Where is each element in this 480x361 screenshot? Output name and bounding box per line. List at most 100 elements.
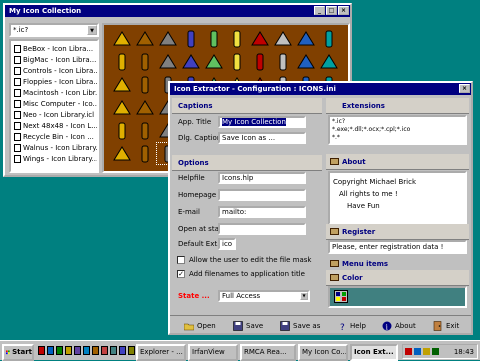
file-list[interactable]: BeBox - Icon Libra... BigMac - Icon Libra… [9,39,99,173]
file-list-item[interactable]: Misc Computer - Ico... [13,98,97,109]
about-button[interactable]: i About [382,319,416,333]
open-button[interactable]: Open [184,319,216,333]
quick-launch-icon[interactable] [119,346,126,355]
collection-icon[interactable] [294,27,317,50]
collection-icon[interactable] [225,50,248,73]
minimize-button[interactable]: _ [314,6,325,15]
collection-icon[interactable] [202,50,225,73]
email-input[interactable]: mailto: [218,206,306,218]
tray-icon[interactable] [432,348,439,355]
default-ext-input[interactable]: ico [218,238,236,250]
quick-launch-icon[interactable] [110,346,117,355]
save-as-button[interactable]: Save as [280,319,320,333]
collection-icon[interactable] [248,27,271,50]
tray-icon[interactable] [414,348,421,355]
collection-icon[interactable] [271,27,294,50]
collection-icon[interactable] [133,142,156,165]
collection-icon[interactable] [248,50,271,73]
task-explorer[interactable]: Explorer - ... [136,344,186,361]
quick-launch-icon[interactable] [92,346,99,355]
color-swatch[interactable] [328,286,467,308]
quick-launch-icon[interactable] [74,346,81,355]
homepage-input[interactable] [218,189,306,201]
collection-icon[interactable] [110,119,133,142]
collection-icon[interactable] [179,27,202,50]
file-list-item[interactable]: BigMac - Icon Libra... [13,54,97,65]
collection-icon[interactable] [133,50,156,73]
collection-icon[interactable] [179,50,202,73]
start-button[interactable]: Start [2,344,34,361]
task-rmca-reader[interactable]: RMCA Rea... [240,344,296,361]
exit-button[interactable]: Exit [433,319,459,333]
bg-window-title: My Icon Collection [9,7,82,15]
collection-icon[interactable] [225,27,248,50]
quick-launch-icon[interactable] [47,346,54,355]
collection-icon[interactable] [110,73,133,96]
quick-launch-icon[interactable] [101,346,108,355]
file-list-item[interactable]: Wings - Icon Library... [13,153,97,164]
quick-launch-icon[interactable] [83,346,90,355]
tray-icon[interactable] [405,348,412,355]
file-list-item[interactable]: Floppies - Icon Libra... [13,76,97,87]
collection-icon[interactable] [133,73,156,96]
menu-items-heading: Menu items [342,260,389,268]
open-at-start-input[interactable] [218,223,306,235]
palette-icon[interactable] [334,290,348,303]
file-list-item[interactable]: Walnus - Icon Library... [13,142,97,153]
task-irfanview[interactable]: IrfanView [188,344,238,361]
collection-glyph-icon [181,53,200,68]
quick-launch-icon[interactable] [65,346,72,355]
about-textarea[interactable]: Copyright Michael Brick All rights to me… [328,171,467,225]
chevron-down-icon[interactable]: ▼ [87,25,97,35]
quick-launch-icon[interactable] [56,346,63,355]
file-icon [14,143,21,152]
file-list-item[interactable]: Next 48x48 - Icon L... [13,120,97,131]
dialog-close-button[interactable]: × [459,84,470,93]
collection-icon[interactable] [110,96,133,119]
task-icon-extractor[interactable]: Icon Ext... [350,344,398,361]
quick-launch-icon[interactable] [128,346,135,355]
add-filenames-checkbox[interactable]: ✓ [177,270,185,278]
file-icon [14,110,21,119]
helpfile-input[interactable]: Icons.hlp [218,172,306,184]
folder-open-icon [184,323,194,331]
register-input[interactable]: Please, enter registration data ! [328,240,467,254]
collection-icon[interactable] [133,27,156,50]
allow-edit-checkbox[interactable] [177,256,185,264]
close-button[interactable]: × [338,6,349,15]
state-select[interactable]: Full Access ▼ [218,290,310,302]
tray-icon[interactable] [423,348,430,355]
collection-icon[interactable] [110,142,133,165]
file-list-item[interactable]: Macintosh - Icon Libr... [13,87,97,98]
task-my-icon-collection[interactable]: My Icon Co... [298,344,348,361]
collection-icon[interactable] [202,27,225,50]
file-list-item[interactable]: Recycle Bin - Icon ... [13,131,97,142]
dlg-caption-input[interactable]: Save Icon as ... [218,132,306,144]
collection-icon[interactable] [133,96,156,119]
help-button[interactable]: ? Help [337,319,366,333]
extensions-textarea[interactable]: *.ic? *.exe;*.dll;*.ocx;*.cpl;*.ico *.* [328,115,467,145]
file-list-item[interactable]: Neo - Icon Library.icl [13,109,97,120]
collection-icon[interactable] [317,50,340,73]
collection-icon[interactable] [271,50,294,73]
collection-icon[interactable] [133,119,156,142]
collection-icon[interactable] [156,27,179,50]
collection-icon[interactable] [156,50,179,73]
collection-icon[interactable] [294,50,317,73]
collection-icon[interactable] [317,27,340,50]
save-button[interactable]: Save [233,319,263,333]
quick-launch-icon[interactable] [38,346,45,355]
file-list-item[interactable]: Controls - Icon Libra... [13,65,97,76]
collection-icon[interactable] [110,50,133,73]
dialog-title: Icon Extractor - Configuration : ICONS.i… [174,85,336,93]
clock[interactable]: 18:43 [454,348,477,356]
app-title-input[interactable]: My Icon Collection [218,116,306,128]
filter-combo[interactable]: *.ic? ▼ [9,23,99,37]
maximize-button[interactable]: □ [326,6,337,15]
file-list-item[interactable]: BeBox - Icon Libra... [13,43,97,54]
about-heading: About [342,158,366,166]
collection-glyph-icon [273,30,292,45]
info-icon: i [382,321,392,331]
collection-icon[interactable] [110,27,133,50]
chevron-down-icon[interactable]: ▼ [300,292,308,300]
